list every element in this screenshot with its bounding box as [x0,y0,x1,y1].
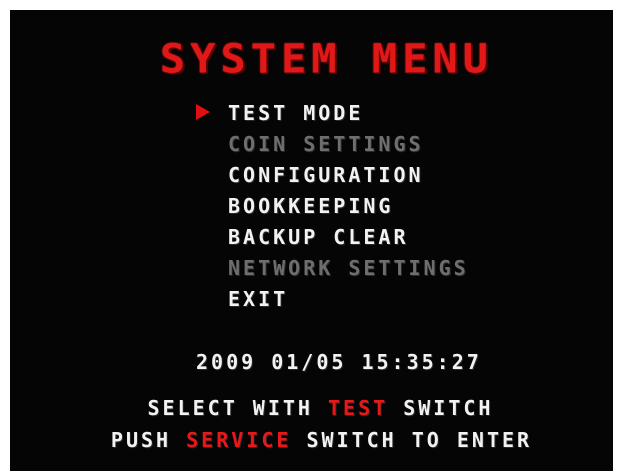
menu-item-network-settings[interactable]: NETWORK SETTINGS [228,253,469,284]
enter-instruction-suffix: SWITCH TO ENTER [291,428,533,452]
page-title: SYSTEM MENU [159,35,494,82]
select-instruction-prefix: SELECT WITH [147,396,329,420]
enter-instruction-prefix: PUSH [110,428,187,452]
selection-cursor-icon [196,104,210,120]
system-menu-list: TEST MODE COIN SETTINGS CONFIGURATION BO… [228,98,469,315]
menu-item-configuration[interactable]: CONFIGURATION [228,160,469,191]
enter-instruction: PUSH SERVICE SWITCH TO ENTER [10,428,613,452]
menu-item-coin-settings[interactable]: COIN SETTINGS [228,129,469,160]
menu-item-bookkeeping[interactable]: BOOKKEEPING [228,191,469,222]
system-menu-screen: SYSTEM MENU TEST MODE COIN SETTINGS CONF… [10,10,613,471]
menu-item-exit[interactable]: EXIT [228,284,469,315]
date-time-display: 2009 01/05 15:35:27 [196,350,482,374]
menu-item-backup-clear[interactable]: BACKUP CLEAR [228,222,469,253]
test-switch-key: TEST [328,396,389,420]
service-switch-key: SERVICE [186,428,292,452]
select-instruction-suffix: SWITCH [388,396,494,420]
select-instruction: SELECT WITH TEST SWITCH [10,396,613,420]
menu-item-test-mode[interactable]: TEST MODE [228,98,469,129]
